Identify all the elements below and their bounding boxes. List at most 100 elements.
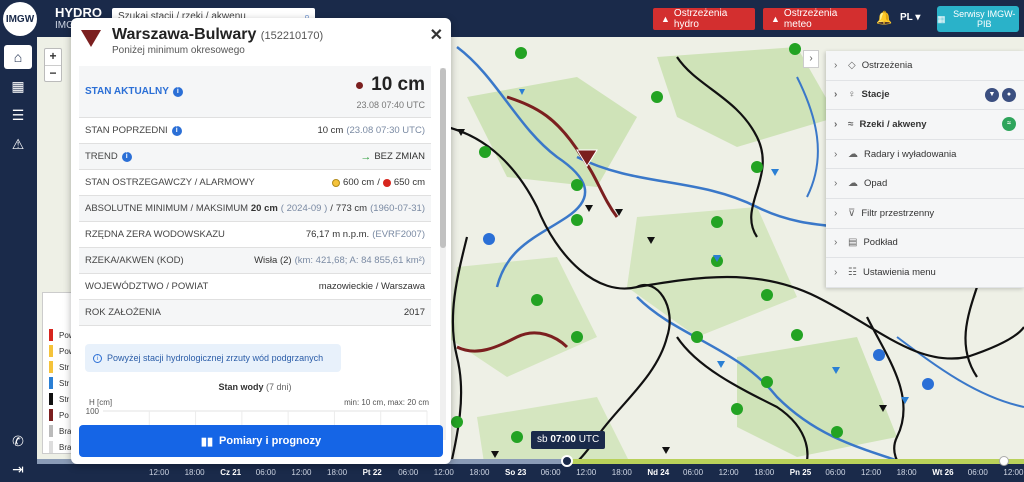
timeline-hour-label: 12:00 bbox=[576, 468, 597, 477]
warning-level-icon bbox=[332, 178, 341, 187]
measurements-forecast-button[interactable]: ▮▮ Pomiary i prognozy bbox=[79, 425, 443, 457]
alarm-level-icon bbox=[382, 178, 391, 187]
layer-label: Rzeki / akweny bbox=[859, 118, 927, 130]
timeline-hour-label: 06:00 bbox=[825, 468, 846, 477]
services-button[interactable]: ▦ Serwisy IMGW-PIB bbox=[937, 6, 1019, 32]
warning-icon[interactable]: ⚠ bbox=[4, 132, 32, 156]
grid-icon: ▦ bbox=[937, 14, 946, 24]
timeline-day-label: Nd 24 bbox=[647, 468, 670, 477]
timeline-hour-label: 12:00 bbox=[291, 468, 312, 477]
info-icon[interactable]: i bbox=[172, 86, 183, 97]
settings-list-icon: ☷ bbox=[848, 266, 857, 278]
close-icon[interactable]: ✕ bbox=[430, 25, 443, 45]
legend-swatch bbox=[49, 361, 53, 373]
current-state-label: STAN AKTUALNY bbox=[85, 86, 169, 97]
station-type-badge-icon: ● bbox=[1002, 87, 1016, 102]
list-icon[interactable]: ☰ bbox=[4, 103, 32, 127]
chevron-right-icon: › bbox=[834, 89, 838, 101]
bell-icon[interactable]: 🔔 bbox=[876, 10, 892, 26]
timeline-hour-label: 12:00 bbox=[1003, 468, 1024, 477]
layer-stations[interactable]: › ♀ Stacje ▼ ● bbox=[826, 81, 1024, 111]
chevron-right-icon: › bbox=[834, 178, 838, 190]
info-icon[interactable]: i bbox=[121, 151, 132, 162]
region-row: WOJEWÓDZTWO / POWIAT mazowieckie / Warsz… bbox=[79, 274, 431, 300]
meteo-warnings-button[interactable]: ▲ Ostrzeżenia meteo bbox=[763, 8, 867, 30]
panel-scrollbar[interactable] bbox=[440, 68, 446, 440]
layer-label: Opad bbox=[864, 178, 888, 190]
chart-title: Stan wody (7 dni) bbox=[218, 382, 292, 392]
panel-collapse-chevron-icon[interactable]: › bbox=[803, 50, 819, 68]
station-panel: Warszawa-Bulwary (152210170) Poniżej min… bbox=[71, 18, 451, 464]
chevron-right-icon: › bbox=[834, 207, 838, 219]
station-details: STAN AKTUALNY i 10 cm 23.08 07:40 UTC STA… bbox=[79, 66, 435, 446]
layer-label: Filtr przestrzenny bbox=[861, 207, 935, 219]
timeline-hour-label: 12:00 bbox=[718, 468, 739, 477]
gauge-zero-row: RZĘDNA ZERA WODOWSKAZU 76,17 m n.p.m. (E… bbox=[79, 222, 431, 248]
legend-swatch bbox=[49, 345, 53, 357]
timeline-hour-label: 18:00 bbox=[611, 468, 632, 477]
layer-warnings[interactable]: › ◇ Ostrzeżenia bbox=[826, 51, 1024, 81]
warning-triangle-icon: ▲ bbox=[771, 14, 780, 24]
legend-item: Po bbox=[49, 409, 69, 421]
timeline-handle[interactable] bbox=[561, 455, 573, 467]
timeline-day-label: Pn 25 bbox=[789, 468, 812, 477]
language-select[interactable]: PL ▾ bbox=[900, 12, 920, 23]
diamond-icon: ◇ bbox=[848, 59, 856, 71]
chart-y-tick-label: 100 bbox=[86, 407, 100, 416]
layer-spatial-filter[interactable]: › ⊽ Filtr przestrzenny bbox=[826, 199, 1024, 229]
timeline-hour-label: 06:00 bbox=[255, 468, 276, 477]
layer-menu-settings[interactable]: › ☷ Ustawienia menu bbox=[826, 258, 1024, 288]
layers-panel: › ◇ Ostrzeżenia › ♀ Stacje ▼ ● › ≈ Rzeki / akwe… bbox=[826, 51, 1024, 288]
station-code: (152210170) bbox=[260, 30, 324, 42]
legend-item: Str bbox=[49, 377, 69, 389]
chevron-right-icon: › bbox=[834, 148, 838, 160]
timeline-day-label: Wt 26 bbox=[932, 468, 954, 477]
layer-label: Radary i wyładowania bbox=[864, 148, 957, 160]
station-header: Warszawa-Bulwary (152210170) Poniżej min… bbox=[71, 18, 451, 66]
founded-row: ROK ZAŁOŻENIA 2017 bbox=[79, 300, 431, 326]
zoom-in-button[interactable]: + bbox=[45, 49, 61, 65]
zoom-control: + − bbox=[44, 48, 62, 82]
timeline-end-handle[interactable] bbox=[999, 456, 1009, 466]
station-subtitle: Poniżej minimum okresowego bbox=[112, 45, 245, 56]
layer-radar[interactable]: › ☁ Radary i wyładowania bbox=[826, 140, 1024, 170]
trend-row: TREND i → BEZ ZMIAN bbox=[79, 144, 431, 170]
chevron-right-icon: › bbox=[834, 59, 838, 71]
legend-swatch bbox=[49, 377, 53, 389]
map-icon[interactable]: ▦ bbox=[4, 74, 32, 98]
current-state-row: STAN AKTUALNY i 10 cm 23.08 07:40 UTC bbox=[79, 66, 431, 118]
layer-precipitation[interactable]: › ☁ Opad bbox=[826, 169, 1024, 199]
timeline-hour-label: 12:00 bbox=[433, 468, 454, 477]
min-max-row: ABSOLUTNE MINIMUM / MAKSIMUM 20 cm ( 202… bbox=[79, 196, 431, 222]
stack-icon: ▤ bbox=[848, 237, 858, 249]
chevron-right-icon: › bbox=[834, 118, 838, 130]
timeline-tooltip: sb 07:00 UTC bbox=[531, 431, 606, 449]
layer-rivers[interactable]: › ≈ Rzeki / akweny ≈ bbox=[826, 110, 1024, 140]
warning-triangle-icon: ▲ bbox=[661, 14, 670, 24]
zoom-out-button[interactable]: − bbox=[45, 65, 61, 81]
timeline-hour-label: 12:00 bbox=[861, 468, 882, 477]
info-icon[interactable]: i bbox=[171, 125, 182, 136]
legend-swatch bbox=[49, 329, 53, 341]
timeline-hour-label: 06:00 bbox=[683, 468, 704, 477]
home-icon[interactable]: ⌂ bbox=[4, 45, 32, 69]
legend-swatch bbox=[49, 409, 53, 421]
layer-label: Ustawienia menu bbox=[862, 266, 936, 278]
cloud-icon: ☁ bbox=[848, 148, 858, 160]
legend-swatch bbox=[49, 393, 53, 405]
timeline-hour-label: 06:00 bbox=[967, 468, 988, 477]
phone-icon[interactable]: ✆ bbox=[4, 429, 32, 453]
station-status-triangle-icon bbox=[81, 30, 101, 47]
station-type-badge-icon: ▼ bbox=[985, 87, 999, 102]
imgw-logo[interactable]: IMGW bbox=[3, 2, 37, 36]
layer-label: Ostrzeżenia bbox=[861, 59, 913, 71]
legend-item: Str bbox=[49, 361, 69, 373]
timeline-hour-label: 18:00 bbox=[754, 468, 775, 477]
info-icon: i bbox=[93, 353, 102, 363]
logout-icon[interactable]: ⇥ bbox=[4, 457, 32, 481]
timeline-day-label: Pt 22 bbox=[362, 468, 382, 477]
bar-chart-icon: ▮▮ bbox=[200, 435, 214, 448]
scrollbar-thumb[interactable] bbox=[440, 68, 446, 248]
hydro-warnings-button[interactable]: ▲ Ostrzeżenia hydro bbox=[653, 8, 755, 30]
layer-basemap[interactable]: › ▤ Podkład bbox=[826, 229, 1024, 259]
